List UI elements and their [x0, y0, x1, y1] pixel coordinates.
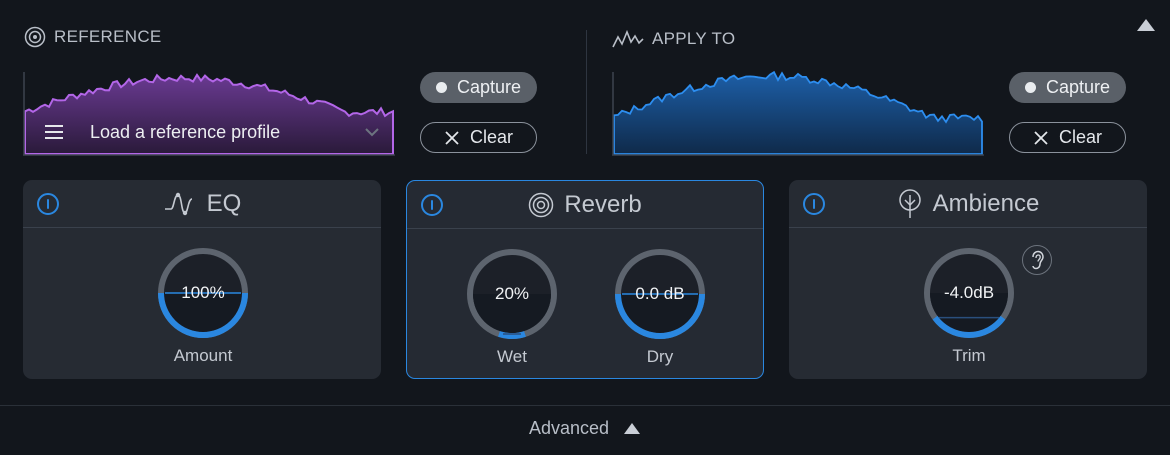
reverb-icon: [529, 192, 554, 217]
ambience-trim-value: -4.0dB: [943, 283, 995, 302]
listen-button[interactable]: [1022, 245, 1052, 275]
reference-profile-dropdown[interactable]: Load a reference profile: [24, 112, 394, 152]
reference-profile-label: Load a reference profile: [90, 121, 281, 142]
target-icon: [24, 26, 46, 48]
apply-to-clear-label: Clear: [1058, 127, 1102, 147]
apply-to-spectrum: [612, 70, 984, 156]
apply-to-title: APPLY TO: [652, 29, 736, 48]
advanced-toggle[interactable]: Advanced: [0, 418, 1170, 439]
eq-amount-value: 100%: [181, 283, 225, 302]
apply-to-capture-button[interactable]: Capture: [1009, 72, 1126, 103]
eq-amount-label: Amount: [173, 346, 233, 365]
advanced-label: Advanced: [528, 418, 610, 438]
section-divider: [586, 30, 587, 154]
eq-curve-icon: [164, 192, 192, 215]
reverb-dry-value: 0.0 dB: [635, 284, 685, 303]
record-dot-icon: [1024, 82, 1036, 93]
ambience-module: Ambience -4.0dB Trim: [789, 180, 1147, 379]
reference-clear-label: Clear: [469, 127, 513, 147]
eq-title: EQ: [206, 189, 242, 217]
chevron-down-icon: [365, 128, 379, 137]
footer-divider: [0, 405, 1170, 406]
reference-clear-button[interactable]: Clear: [420, 122, 537, 153]
reverb-module: Reverb 20% Wet 0.0 dB Dry: [406, 180, 764, 379]
eq-header: EQ: [23, 180, 381, 228]
ambience-header: Ambience: [789, 180, 1147, 228]
tree-icon: [898, 188, 921, 218]
reverb-title: Reverb: [564, 190, 642, 218]
reference-title: REFERENCE: [54, 27, 162, 46]
close-icon: [445, 130, 459, 145]
reverb-dry-label: Dry: [646, 347, 674, 366]
apply-to-header: APPLY TO: [612, 29, 735, 49]
reference-capture-label: Capture: [456, 77, 522, 97]
reverb-header: Reverb: [407, 181, 763, 229]
expand-up-icon: [624, 423, 641, 434]
close-icon: [1034, 130, 1048, 145]
ambience-trim-label: Trim: [952, 346, 986, 365]
ambience-title: Ambience: [932, 189, 1040, 217]
waveform-icon: [612, 29, 644, 48]
eq-module: EQ 100% Amount: [23, 180, 381, 379]
record-dot-icon: [435, 82, 447, 93]
menu-icon: [45, 125, 63, 139]
collapse-up-icon[interactable]: [1136, 18, 1156, 32]
reference-header: REFERENCE: [24, 26, 162, 48]
reference-capture-button[interactable]: Capture: [420, 72, 537, 103]
reverb-wet-value: 20%: [494, 284, 530, 303]
ear-icon: [1032, 250, 1044, 270]
apply-to-capture-label: Capture: [1045, 77, 1111, 97]
apply-to-clear-button[interactable]: Clear: [1009, 122, 1126, 153]
reverb-wet-label: Wet: [497, 347, 527, 366]
